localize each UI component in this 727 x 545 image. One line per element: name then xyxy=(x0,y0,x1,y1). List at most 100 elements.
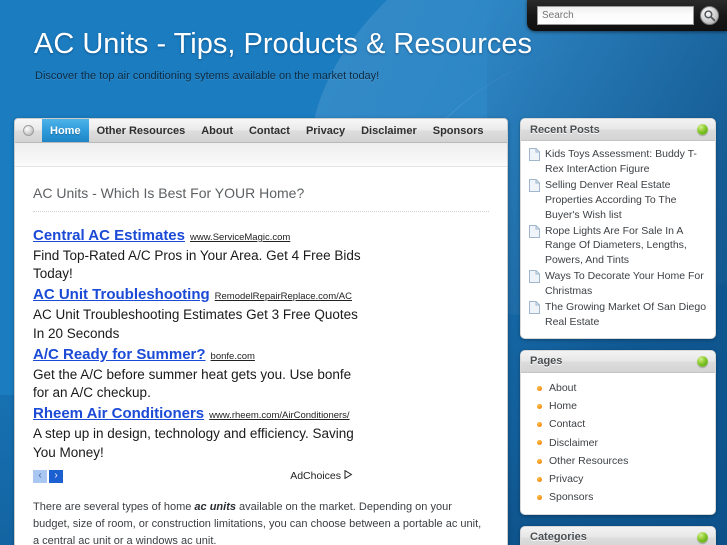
bullet-icon xyxy=(537,385,542,391)
ad-title-row: Central AC Estimates www.ServiceMagic.com xyxy=(33,226,489,246)
sidebar-widget-categories: CategoriesAC Reviews xyxy=(520,525,716,545)
widget-status-orb-icon xyxy=(697,124,708,135)
ad-unit: A/C Ready for Summer? bonfe.com Get the A/… xyxy=(33,345,489,402)
nav-item-about[interactable]: About xyxy=(193,119,241,142)
list-item-label: About xyxy=(549,381,577,394)
list-item-label: Selling Denver Real Estate Properties Ac… xyxy=(545,178,677,221)
ad-title-row: A/C Ready for Summer? bonfe.com xyxy=(33,345,489,365)
document-icon xyxy=(529,148,540,166)
ad-unit: Central AC Estimates www.ServiceMagic.com… xyxy=(33,226,489,283)
ad-title-row: AC Unit Troubleshooting RemodelRepairRepl… xyxy=(33,285,489,305)
nav-item-contact[interactable]: Contact xyxy=(241,119,298,142)
ad-description: Find Top-Rated A/C Pros in Your Area. Ge… xyxy=(33,248,361,282)
nav-orb-icon xyxy=(23,125,34,136)
list-item[interactable]: Other Resources xyxy=(529,452,707,470)
list-item[interactable]: About xyxy=(529,379,707,397)
magnifier-icon xyxy=(703,9,716,22)
body-keyword: ac units xyxy=(194,500,236,513)
bullet-icon xyxy=(537,422,542,428)
list-item-label: Sponsors xyxy=(549,491,594,504)
widget-header: Categories xyxy=(521,526,715,545)
ad-url-link[interactable]: www.rheem.com/AirConditioners/ xyxy=(209,410,349,421)
list-item[interactable]: Contact xyxy=(529,415,707,433)
body-lead: There are several types of home xyxy=(33,500,195,513)
ad-url-link[interactable]: bonfe.com xyxy=(211,351,255,362)
body-copy: There are several types of home ac units… xyxy=(33,499,489,545)
ad-url-link[interactable]: www.ServiceMagic.com xyxy=(190,232,290,243)
list-item[interactable]: The Growing Market Of San Diego Real Est… xyxy=(529,300,707,330)
widget-body: About Home Contact Disclaimer Other Resource… xyxy=(521,372,715,514)
ad-title-link[interactable]: Central AC Estimates xyxy=(33,227,185,244)
nav-item-other-resources[interactable]: Other Resources xyxy=(89,119,194,142)
list-item-label: Ways To Decorate Your Home For Christmas xyxy=(545,270,704,298)
document-icon xyxy=(529,178,540,197)
search-bar xyxy=(527,0,727,31)
ad-description: Get the A/C before summer heat gets you.… xyxy=(33,366,352,401)
content-column: Home Other Resources About Contact Privacy Di… xyxy=(14,118,508,545)
document-icon xyxy=(529,301,540,319)
widget-title: Categories xyxy=(530,531,587,544)
ad-unit: AC Unit Troubleshooting RemodelRepairRepl… xyxy=(33,285,489,342)
list-item[interactable]: Privacy xyxy=(529,470,707,488)
ad-description: AC Unit Troubleshooting Estimates Get 3 … xyxy=(33,307,358,341)
document-icon xyxy=(529,270,540,288)
search-input[interactable] xyxy=(537,6,694,25)
bullet-icon xyxy=(537,403,542,409)
list-item[interactable]: Selling Denver Real Estate Properties Ac… xyxy=(529,178,707,223)
nav-subband xyxy=(15,143,507,167)
ad-title-link[interactable]: A/C Ready for Summer? xyxy=(33,346,206,363)
widget-status-orb-icon xyxy=(697,355,708,367)
sidebar-widget-pages: Pages About Home Contact Disclaimer Other Res… xyxy=(520,349,716,515)
content-inner: AC Units - Which Is Best For YOUR Home? … xyxy=(15,167,507,545)
bullet-icon xyxy=(537,495,542,501)
nav-item-sponsors[interactable]: Sponsors xyxy=(425,119,492,142)
ad-description: A step up in design, technology and effi… xyxy=(33,426,354,460)
page-title: AC Units - Which Is Best For YOUR Home? xyxy=(33,185,489,212)
list-item-label: Rope Lights Are For Sale In A Range Of D… xyxy=(545,224,687,267)
ad-title-row: Rheem Air Conditioners www.rheem.com/AirC… xyxy=(33,404,489,424)
adchoices-label: AdChoices xyxy=(290,470,341,483)
adchoices-link[interactable]: AdChoices xyxy=(290,469,353,483)
ad-unit: Rheem Air Conditioners www.rheem.com/AirC… xyxy=(33,404,489,461)
nav-item-home[interactable]: Home xyxy=(42,119,89,142)
bullet-icon xyxy=(537,476,542,482)
ad-footer: ‹ › AdChoices xyxy=(33,469,353,483)
list-item-label: Disclaimer xyxy=(549,436,599,449)
widget-header: Recent Posts xyxy=(521,119,715,141)
list-item[interactable]: Rope Lights Are For Sale In A Range Of D… xyxy=(529,224,707,269)
list-item-label: Kids Toys Assessment: Buddy T-Rex InterA… xyxy=(545,148,697,175)
bullet-icon xyxy=(537,458,542,464)
sidebar: Recent Posts Kids Toys Assessment: Buddy … xyxy=(520,118,716,545)
widget-status-orb-icon xyxy=(697,531,708,543)
sidebar-widget-recent-posts: Recent Posts Kids Toys Assessment: Buddy … xyxy=(520,118,716,339)
list-item-label: Contact xyxy=(549,418,586,431)
widget-title: Recent Posts xyxy=(530,123,600,136)
list-item[interactable]: Disclaimer xyxy=(529,434,707,452)
list-item-label: The Growing Market Of San Diego Real Est… xyxy=(545,301,707,328)
ad-title-link[interactable]: AC Unit Troubleshooting xyxy=(33,286,210,303)
nav-item-disclaimer[interactable]: Disclaimer xyxy=(353,119,425,142)
ad-prev-button[interactable]: ‹ xyxy=(33,469,47,483)
list-item[interactable]: Sponsors xyxy=(529,488,707,506)
list-item[interactable]: Ways To Decorate Your Home For Christmas xyxy=(529,269,707,299)
widget-header: Pages xyxy=(521,350,715,373)
list-item[interactable]: Home xyxy=(529,397,707,415)
bullet-icon xyxy=(537,440,542,446)
site-tagline: Discover the top air conditioning sytems… xyxy=(35,70,380,82)
list-item-label: Privacy xyxy=(549,473,584,486)
widget-body: Kids Toys Assessment: Buddy T-Rex InterA… xyxy=(521,141,715,338)
nav-item-privacy[interactable]: Privacy xyxy=(298,119,353,142)
list-item[interactable]: Kids Toys Assessment: Buddy T-Rex InterA… xyxy=(529,147,707,177)
ad-next-button[interactable]: › xyxy=(49,469,63,483)
adchoices-triangle-icon xyxy=(344,469,353,482)
document-icon xyxy=(529,224,540,243)
main-navigation: Home Other Resources About Contact Privacy Di… xyxy=(15,119,507,143)
search-button[interactable] xyxy=(700,6,719,25)
widget-title: Pages xyxy=(530,355,563,368)
ad-title-link[interactable]: Rheem Air Conditioners xyxy=(33,405,204,422)
ad-pager: ‹ › xyxy=(33,469,63,483)
site-title: AC Units - Tips, Products & Resources xyxy=(34,28,532,60)
list-item-label: Other Resources xyxy=(549,454,629,467)
ad-url-link[interactable]: RemodelRepairReplace.com/AC xyxy=(215,291,352,302)
ad-block: Central AC Estimates www.ServiceMagic.com… xyxy=(33,226,489,483)
